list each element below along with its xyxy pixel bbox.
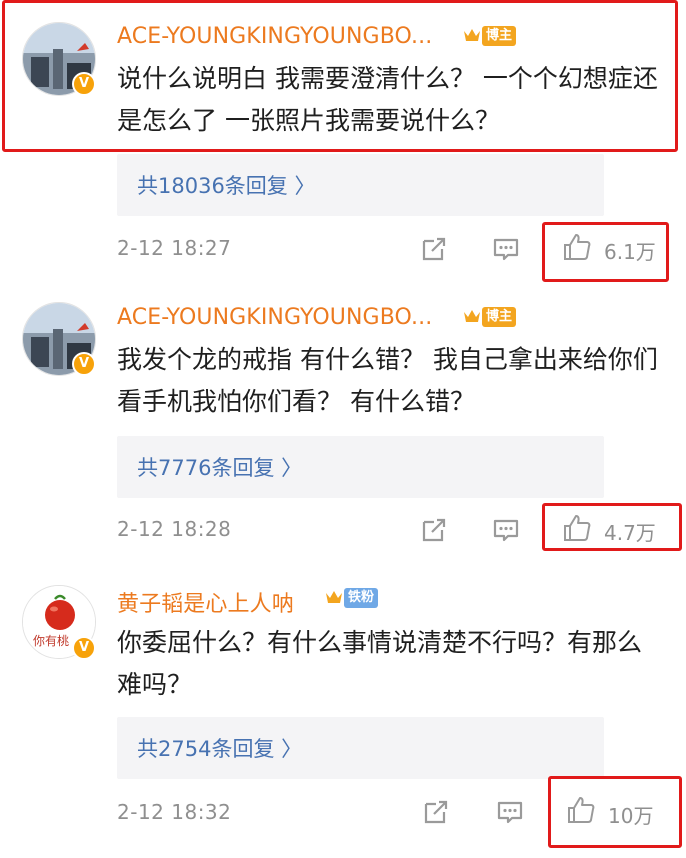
replies-link[interactable]: 共18036条回复 〉 [117, 154, 604, 216]
crown-icon [326, 591, 342, 603]
crown-icon [464, 310, 480, 322]
highlight-box [2, 0, 678, 152]
avatar-caption: 你有桃 [33, 634, 70, 648]
comment-text: 我发个龙的戒指 有什么错？ 我自己拿出来给你们看手机我怕你们看？ 有什么错？ [117, 345, 658, 416]
replies-count: 共18036条回复 〉 [137, 174, 316, 198]
comment-icon[interactable] [495, 797, 525, 827]
verified-v-icon: V [72, 352, 96, 376]
timestamp: 2-12 18:27 [117, 236, 232, 260]
timestamp: 2-12 18:32 [117, 800, 232, 824]
timestamp: 2-12 18:28 [117, 517, 232, 541]
replies-link[interactable]: 共7776条回复 〉 [117, 436, 604, 498]
user-badge: 博主 [482, 307, 517, 327]
highlight-box [542, 222, 669, 282]
replies-link[interactable]: 共2754条回复 〉 [117, 717, 604, 779]
highlight-box [542, 503, 682, 551]
username[interactable]: 黄子韬是心上人呐 [117, 586, 294, 618]
highlight-box [548, 776, 682, 848]
comment-icon[interactable] [491, 234, 521, 264]
verified-v-icon: V [72, 636, 96, 660]
username[interactable]: ACE-YOUNGKINGYOUNGBO... [117, 305, 432, 330]
replies-count: 共2754条回复 〉 [137, 737, 303, 761]
comment-icon[interactable] [491, 515, 521, 545]
replies-count: 共7776条回复 〉 [137, 456, 303, 480]
comment-text: 你委屈什么？有什么事情说清楚不行吗？有那么难吗？ [117, 628, 643, 699]
share-icon[interactable] [419, 515, 449, 545]
share-icon[interactable] [419, 234, 449, 264]
share-icon[interactable] [421, 797, 451, 827]
user-badge: 铁粉 [344, 588, 379, 608]
